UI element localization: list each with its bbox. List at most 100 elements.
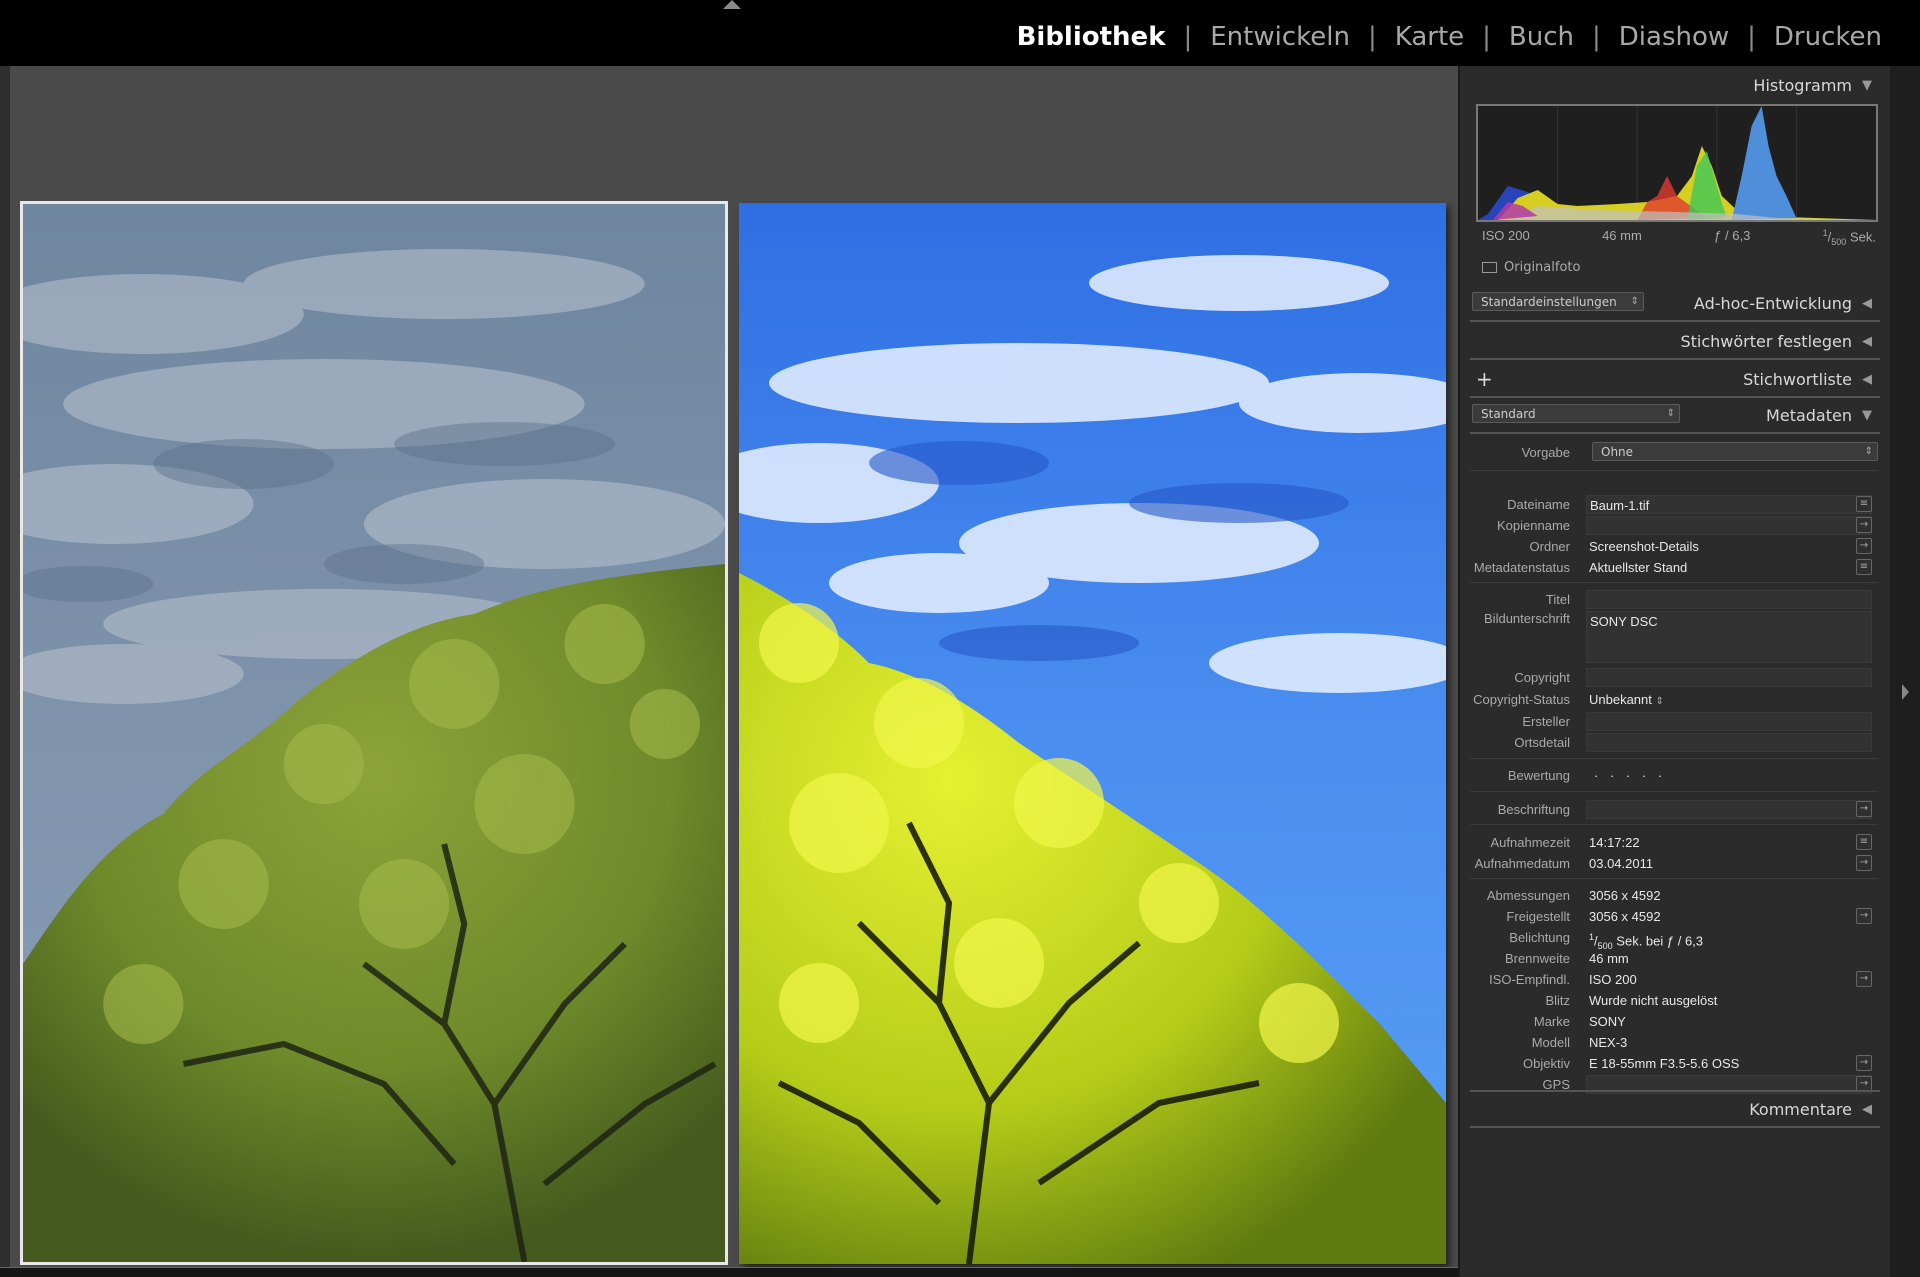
metadata-title: Metadaten xyxy=(1766,405,1852,425)
focal-length-value: 46 mm xyxy=(1589,950,1629,966)
photo-after[interactable] xyxy=(739,203,1446,1264)
panel-toggle-arrow-icon[interactable] xyxy=(723,0,741,9)
metadata-view-value: Standard xyxy=(1481,406,1536,421)
caption-input[interactable]: SONY DSC xyxy=(1586,611,1872,663)
list-button-icon[interactable]: ≡ xyxy=(1856,834,1872,850)
field-marke: Marke SONY xyxy=(1470,1011,1878,1031)
develop-preset-value: Standardeinstellungen xyxy=(1481,294,1617,309)
copyright-status-select[interactable]: Unbekannt ⇕ xyxy=(1586,690,1872,709)
quick-develop-title: Ad-hoc-Entwicklung xyxy=(1693,293,1852,313)
cropped-value: 3056 x 4592 xyxy=(1589,908,1661,924)
title-input[interactable] xyxy=(1586,589,1872,609)
collapse-open-icon: ▼ xyxy=(1862,407,1872,423)
expand-arrow-icon[interactable] xyxy=(1902,684,1909,700)
arrow-button-icon[interactable]: → xyxy=(1856,908,1872,924)
module-drucken[interactable]: Drucken xyxy=(1756,22,1900,52)
module-separator: | xyxy=(1183,22,1193,52)
checkbox-icon[interactable] xyxy=(1482,262,1497,273)
list-button-icon[interactable]: ≡ xyxy=(1856,559,1872,575)
field-label: Ordner xyxy=(1529,538,1570,554)
field-label: Aufnahmezeit xyxy=(1490,834,1571,850)
arrow-button-icon[interactable]: → xyxy=(1856,1055,1872,1071)
field-freigestellt: Freigestellt 3056 x 4592 → xyxy=(1470,906,1878,926)
histogram-focal: 46 mm xyxy=(1602,228,1642,243)
filename-input[interactable]: Baum-1.tif xyxy=(1586,494,1872,514)
dimensions-value: 3056 x 4592 xyxy=(1589,887,1661,903)
field-modell: Modell NEX-3 xyxy=(1470,1032,1878,1052)
updown-icon: ⇕ xyxy=(1666,408,1675,419)
add-keyword-icon[interactable]: + xyxy=(1476,367,1493,391)
collapse-closed-icon: ◀ xyxy=(1862,295,1872,311)
capture-date-value: 03.04.2011 xyxy=(1589,855,1654,871)
field-blitz: Blitz Wurde nicht ausgelöst xyxy=(1470,990,1878,1010)
field-copyright-status: Copyright-Status Unbekannt ⇕ xyxy=(1470,689,1878,709)
field-label: Freigestellt xyxy=(1506,908,1570,924)
section-divider xyxy=(1470,1126,1880,1128)
quick-develop-header[interactable]: Ad-hoc-Entwicklung ◀ xyxy=(1660,286,1880,320)
left-panel-edge[interactable] xyxy=(0,66,10,1277)
arrow-button-icon[interactable]: → xyxy=(1856,971,1872,987)
keyword-list-title: Stichwortliste xyxy=(1743,369,1852,389)
histogram[interactable] xyxy=(1476,104,1878,222)
arrow-button-icon[interactable]: → xyxy=(1856,855,1872,871)
field-label: Blitz xyxy=(1545,992,1570,1008)
updown-icon: ⇕ xyxy=(1655,695,1664,707)
histogram-aperture: ƒ / 6,3 xyxy=(1714,228,1751,243)
updown-icon: ⇕ xyxy=(1630,296,1639,307)
field-objektiv: Objektiv E 18-55mm F3.5-5.6 OSS → xyxy=(1470,1053,1878,1073)
keywording-header[interactable]: Stichwörter festlegen ◀ xyxy=(1470,324,1880,358)
collapse-closed-icon: ◀ xyxy=(1862,1101,1872,1117)
field-label: Objektiv xyxy=(1523,1055,1570,1071)
right-panel: Histogramm ▼ ISO 200 46 mm ƒ / 6,3 1/500… xyxy=(1458,66,1920,1277)
field-label: Titel xyxy=(1545,591,1570,607)
list-button-icon[interactable]: ≡ xyxy=(1856,496,1872,512)
make-value: SONY xyxy=(1589,1013,1626,1029)
module-picker: Bibliothek | Entwickeln | Karte | Buch |… xyxy=(999,22,1900,52)
field-copyright: Copyright xyxy=(1470,667,1878,687)
filmstrip-edge[interactable] xyxy=(0,1267,1458,1277)
field-bewertung: Bewertung · · · · · xyxy=(1470,765,1878,785)
field-kopienname: Kopienname → xyxy=(1470,515,1878,535)
copy-name-input[interactable] xyxy=(1586,515,1872,535)
arrow-button-icon[interactable]: → xyxy=(1856,538,1872,554)
field-ersteller: Ersteller xyxy=(1470,711,1878,731)
field-label: Beschriftung xyxy=(1497,801,1570,817)
creator-input[interactable] xyxy=(1586,711,1872,731)
capture-time-value: 14:17:22 xyxy=(1589,834,1640,850)
module-entwickeln[interactable]: Entwickeln xyxy=(1192,22,1368,52)
module-bar: Bibliothek | Entwickeln | Karte | Buch |… xyxy=(0,0,1920,66)
arrow-button-icon[interactable]: → xyxy=(1856,517,1872,533)
module-bibliothek[interactable]: Bibliothek xyxy=(999,22,1184,52)
panel-scrollbar[interactable] xyxy=(1890,66,1920,1277)
original-photo-checkbox[interactable]: Originalfoto xyxy=(1482,260,1580,275)
field-aufnahmedatum: Aufnahmedatum 03.04.2011 → xyxy=(1470,853,1878,873)
updown-icon: ⇕ xyxy=(1864,446,1873,457)
field-label: Modell xyxy=(1531,1034,1570,1050)
field-label: Ortsdetail xyxy=(1514,734,1570,750)
field-label: Dateiname xyxy=(1507,496,1570,512)
metadata-view-select[interactable]: Standard ⇕ xyxy=(1472,404,1680,423)
keyword-list-header[interactable]: + Stichwortliste ◀ xyxy=(1470,362,1880,396)
module-diashow[interactable]: Diashow xyxy=(1601,22,1747,52)
develop-preset-select[interactable]: Standardeinstellungen ⇕ xyxy=(1472,292,1644,311)
field-label: Aufnahmedatum xyxy=(1474,855,1570,871)
module-buch[interactable]: Buch xyxy=(1491,22,1592,52)
photo-before[interactable] xyxy=(20,201,728,1265)
field-ortsdetail: Ortsdetail xyxy=(1470,732,1878,752)
rating-dots[interactable]: · · · · · xyxy=(1586,766,1872,785)
field-label: Copyright-Status xyxy=(1473,691,1570,707)
keywording-title: Stichwörter festlegen xyxy=(1680,331,1852,351)
arrow-button-icon[interactable]: → xyxy=(1856,801,1872,817)
section-divider xyxy=(1470,758,1878,759)
section-divider xyxy=(1470,432,1880,434)
metadata-preset-select[interactable]: Ohne ⇕ xyxy=(1592,442,1878,461)
comments-header[interactable]: Kommentare ◀ xyxy=(1470,1092,1880,1126)
field-label: Copyright xyxy=(1514,669,1570,685)
histogram-header[interactable]: Histogramm ▼ xyxy=(1470,68,1880,102)
copyright-input[interactable] xyxy=(1586,667,1872,687)
metadata-header[interactable]: Metadaten ▼ xyxy=(1700,398,1880,432)
location-input[interactable] xyxy=(1586,732,1872,752)
module-karte[interactable]: Karte xyxy=(1377,22,1482,52)
section-divider xyxy=(1470,791,1878,792)
label-input[interactable] xyxy=(1586,799,1872,819)
